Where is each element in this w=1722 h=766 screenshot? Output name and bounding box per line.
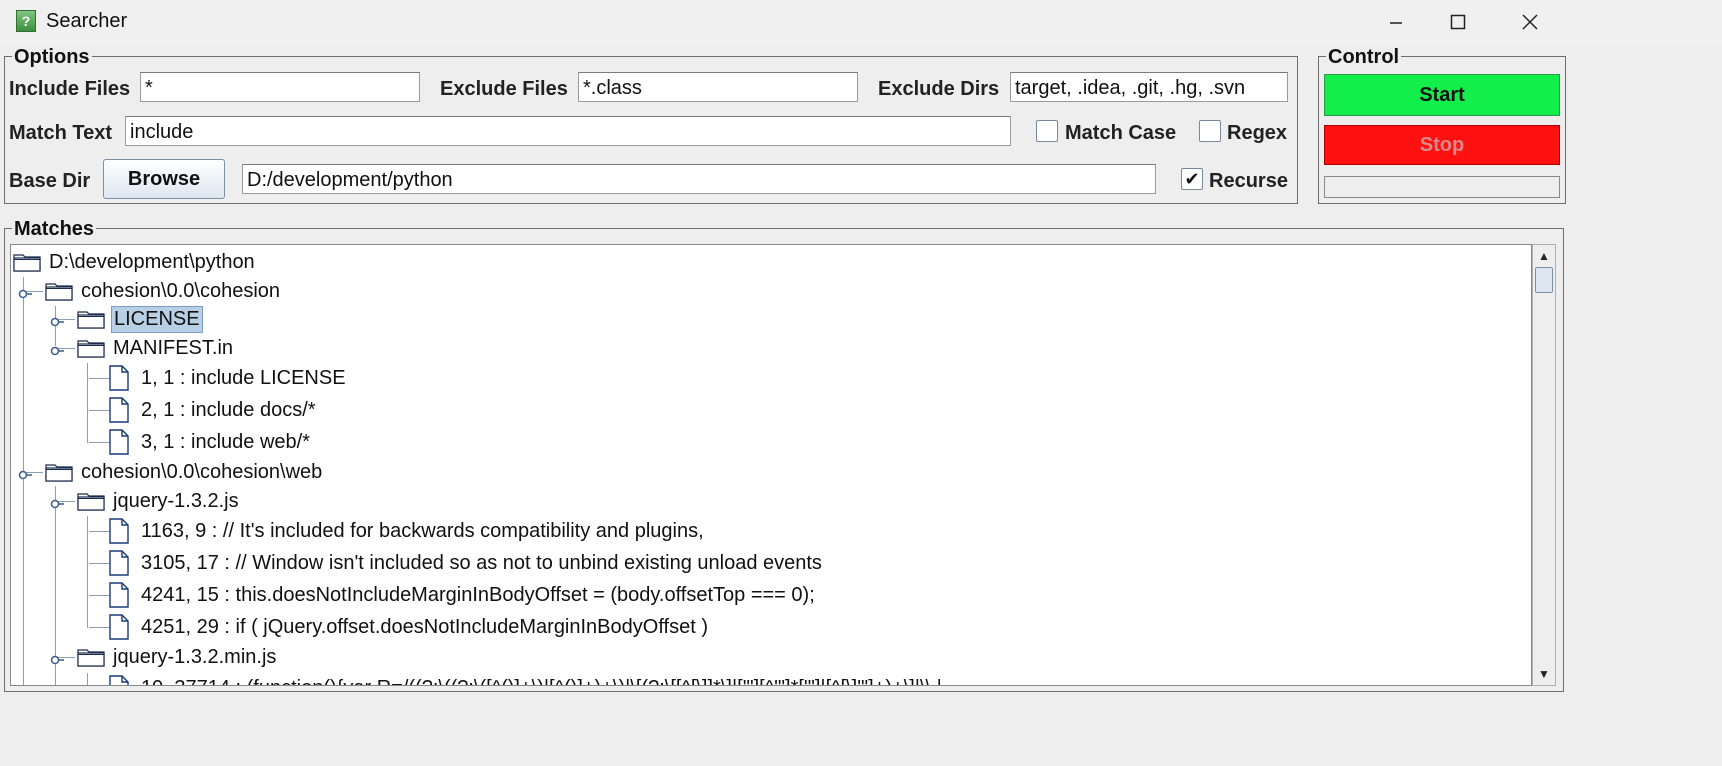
- tree-connector-line: [87, 363, 88, 443]
- window-title: Searcher: [46, 10, 128, 32]
- close-button[interactable]: [1500, 6, 1560, 38]
- recurse-label: Recurse: [1209, 170, 1288, 192]
- maximize-icon: [1450, 14, 1466, 30]
- tree-folder-node[interactable]: D:\development\python: [13, 247, 257, 277]
- match-case-checkbox[interactable]: [1036, 120, 1058, 142]
- tree-folder-node[interactable]: MANIFEST.in: [77, 333, 235, 363]
- tree-node-label: 19, 37714 : (function(){var R=/((?:\((?:…: [139, 676, 944, 686]
- scroll-down-arrow-icon[interactable]: ▼: [1533, 663, 1555, 685]
- scroll-thumb[interactable]: [1535, 267, 1553, 293]
- folder-icon: [13, 254, 41, 272]
- tree-node-label: jquery-1.3.2.js: [113, 489, 239, 512]
- exclude-files-label: Exclude Files: [440, 78, 568, 100]
- tree-scrollbar[interactable]: ▲ ▼: [1532, 244, 1556, 686]
- tree-match-node[interactable]: 2, 1 : include docs/*: [109, 395, 318, 425]
- tree-node-label: 4251, 29 : if ( jQuery.offset.doesNotInc…: [141, 615, 708, 638]
- tree-match-node[interactable]: 1, 1 : include LICENSE: [109, 363, 348, 393]
- stop-button[interactable]: Stop: [1324, 125, 1560, 165]
- exclude-dirs-label: Exclude Dirs: [878, 78, 1000, 100]
- tree-folder-node[interactable]: LICENSE: [77, 304, 203, 334]
- tree-match-node[interactable]: 19, 37714 : (function(){var R=/((?:\((?:…: [109, 673, 944, 686]
- document-icon: [109, 397, 129, 423]
- document-icon: [109, 429, 129, 455]
- document-icon: [109, 518, 129, 544]
- minimize-icon: [1390, 22, 1402, 24]
- tree-node-label: 4241, 15 : this.doesNotIncludeMarginInBo…: [141, 583, 815, 606]
- browse-button[interactable]: Browse: [103, 159, 225, 199]
- match-text-input[interactable]: include: [125, 116, 1011, 146]
- tree-node-label: 3105, 17 : // Window isn't included so a…: [141, 551, 822, 574]
- regex-label: Regex: [1227, 122, 1288, 144]
- folder-icon: [45, 464, 73, 482]
- expand-handle-icon[interactable]: [50, 650, 64, 665]
- include-files-input[interactable]: *: [140, 72, 420, 102]
- tree-match-node[interactable]: 4241, 15 : this.doesNotIncludeMarginInBo…: [109, 580, 817, 610]
- app-icon: ?: [16, 10, 36, 32]
- document-icon: [109, 675, 129, 685]
- options-group-title: Options: [12, 46, 92, 68]
- tree-node-label: 1, 1 : include LICENSE: [141, 366, 346, 389]
- tree-node-label: 2, 1 : include docs/*: [141, 398, 316, 421]
- match-case-label: Match Case: [1065, 122, 1177, 144]
- tree-node-label: MANIFEST.in: [113, 336, 234, 359]
- tree-folder-node[interactable]: cohesion\0.0\cohesion: [45, 276, 282, 306]
- scroll-up-arrow-icon[interactable]: ▲: [1533, 245, 1555, 267]
- tree-node-label: jquery-1.3.2.min.js: [113, 645, 277, 668]
- exclude-dirs-input[interactable]: target, .idea, .git, .hg, .svn: [1010, 72, 1288, 102]
- tree-match-node[interactable]: 1163, 9 : // It's included for backwards…: [109, 516, 706, 546]
- tree-node-label: cohesion\0.0\cohesion: [81, 279, 281, 302]
- expand-handle-icon[interactable]: [18, 465, 32, 480]
- expand-handle-icon[interactable]: [18, 284, 32, 299]
- base-dir-label: Base Dir: [9, 170, 91, 192]
- recurse-checkbox[interactable]: ✔: [1181, 168, 1203, 190]
- tree-match-node[interactable]: 4251, 29 : if ( jQuery.offset.doesNotInc…: [109, 612, 710, 642]
- tree-node-label: 3, 1 : include web/*: [141, 430, 310, 453]
- minimize-button[interactable]: [1366, 6, 1426, 38]
- start-button[interactable]: Start: [1324, 74, 1560, 116]
- document-icon: [109, 550, 129, 576]
- tree-connector-line: [23, 457, 24, 685]
- document-icon: [109, 582, 129, 608]
- tree-connector-line: [87, 516, 88, 628]
- base-dir-input[interactable]: D:/development/python: [242, 164, 1156, 194]
- expand-handle-icon[interactable]: [50, 341, 64, 356]
- tree-connector-line: [23, 277, 24, 467]
- exclude-files-input[interactable]: *.class: [578, 72, 858, 102]
- document-icon: [109, 614, 129, 640]
- tree-node-label: 1163, 9 : // It's included for backwards…: [141, 519, 704, 542]
- match-text-label: Match Text: [9, 122, 112, 144]
- tree-folder-node[interactable]: jquery-1.3.2.min.js: [77, 642, 278, 672]
- title-bar: ? Searcher: [0, 0, 1722, 44]
- tree-connector-line: [87, 673, 88, 685]
- matches-tree[interactable]: D:\development\python cohesion\0.0\cohesi…: [10, 244, 1532, 686]
- tree-match-node[interactable]: 3105, 17 : // Window isn't included so a…: [109, 548, 824, 578]
- document-icon: [109, 365, 129, 391]
- folder-icon: [77, 493, 105, 511]
- tree-match-node[interactable]: 3, 1 : include web/*: [109, 427, 312, 457]
- expand-handle-icon[interactable]: [50, 494, 64, 509]
- folder-icon: [45, 283, 73, 301]
- tree-folder-node[interactable]: cohesion\0.0\cohesion\web: [45, 457, 324, 487]
- folder-icon: [77, 311, 105, 329]
- tree-node-label: cohesion\0.0\cohesion\web: [81, 460, 323, 483]
- expand-handle-icon[interactable]: [50, 312, 64, 327]
- tree-node-label: D:\development\python: [49, 250, 255, 273]
- control-group-title: Control: [1326, 46, 1402, 68]
- matches-group-title: Matches: [12, 218, 97, 240]
- progress-bar: [1324, 176, 1560, 198]
- maximize-button[interactable]: [1428, 6, 1488, 38]
- close-icon: [1522, 14, 1538, 30]
- regex-checkbox[interactable]: [1199, 120, 1221, 142]
- tree-node-label: LICENSE: [111, 305, 203, 333]
- tree-folder-node[interactable]: jquery-1.3.2.js: [77, 486, 241, 516]
- folder-icon: [77, 649, 105, 667]
- include-files-label: Include Files: [9, 78, 131, 100]
- folder-icon: [77, 340, 105, 358]
